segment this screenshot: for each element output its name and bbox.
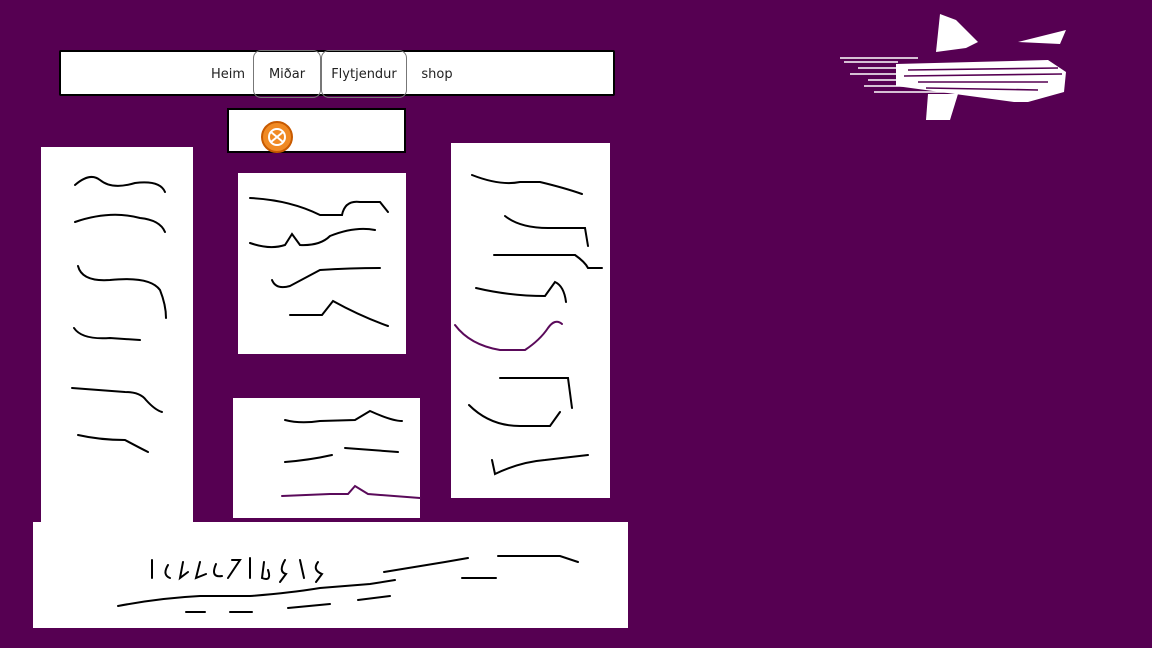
content-panel-middle-bottom [233,398,420,518]
content-panel-left [41,147,193,523]
content-panel-right [451,143,610,498]
nav-item-label: Heim [210,66,246,82]
nav-item-heim[interactable]: Heim [203,52,253,96]
nav-item-label: Miðar [268,66,306,82]
nav-item-flytjendur[interactable]: Flytjendur [321,50,407,98]
content-panel-middle-top [238,173,406,354]
logo-bar [227,108,406,153]
orange-badge-icon[interactable] [257,120,297,160]
nav-item-shop[interactable]: shop [407,52,467,96]
nav-item-label: Flytjendur [331,66,397,82]
nav-item-midar[interactable]: Miðar [253,50,321,98]
nav-bar: Heim Miðar Flytjendur shop [59,50,615,98]
white-airplane-icon [840,14,1066,120]
footer [33,522,628,628]
nav-item-label: shop [421,66,453,82]
